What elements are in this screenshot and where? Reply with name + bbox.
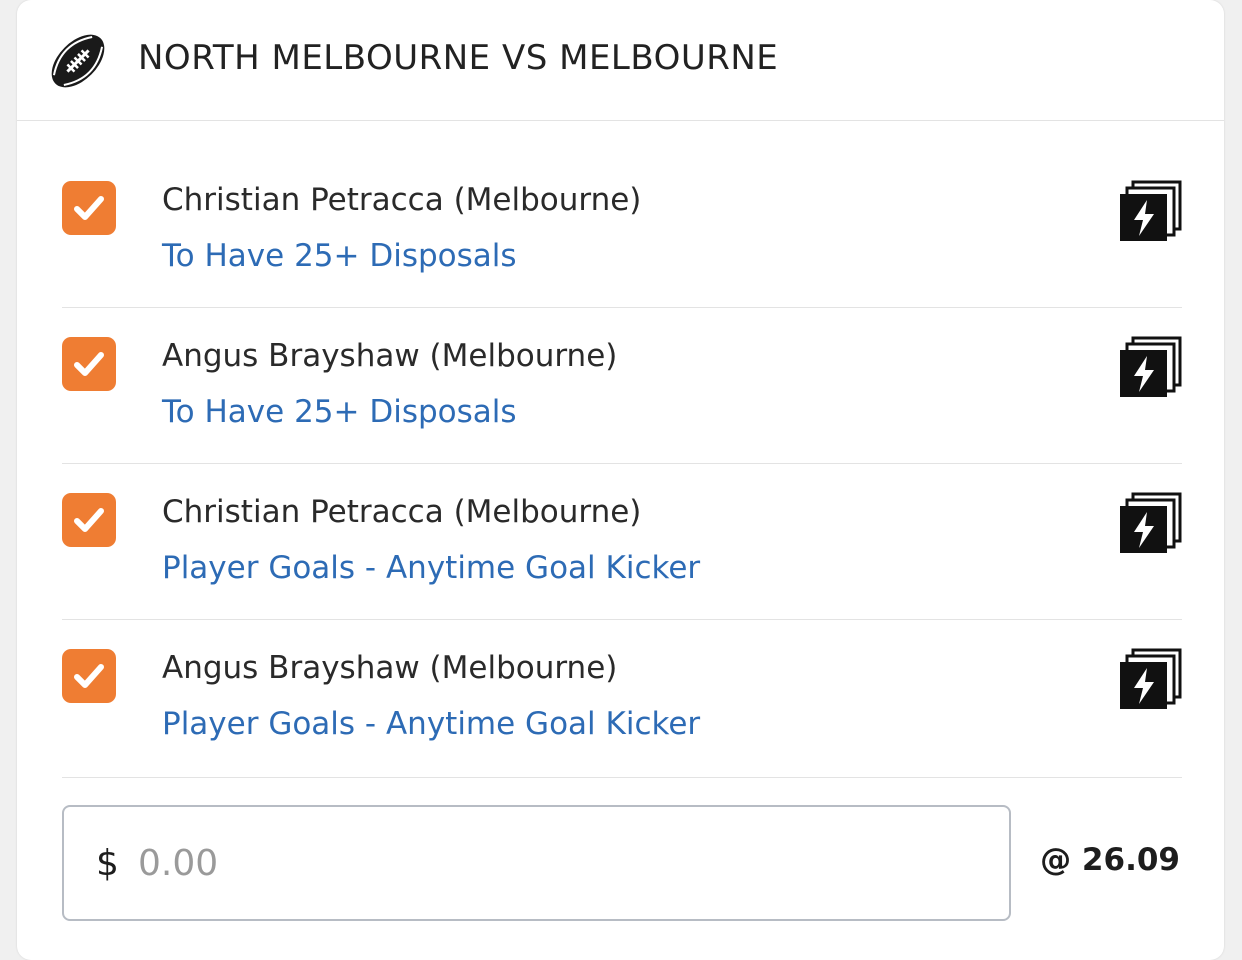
market-link[interactable]: Player Goals - Anytime Goal Kicker — [162, 550, 700, 586]
leg-checkbox[interactable] — [62, 181, 116, 235]
same-game-multi-icon[interactable] — [1120, 180, 1182, 242]
same-game-multi-icon[interactable] — [1120, 492, 1182, 554]
player-name: Christian Petracca (Melbourne) — [162, 182, 642, 218]
bet-card: NORTH MELBOURNE VS MELBOURNE Christian P… — [17, 0, 1224, 960]
leg-checkbox[interactable] — [62, 337, 116, 391]
stake-input[interactable] — [138, 835, 958, 891]
football-icon — [45, 28, 111, 94]
leg-checkbox[interactable] — [62, 649, 116, 703]
stake-field[interactable]: $ — [62, 805, 1011, 921]
same-game-multi-icon[interactable] — [1120, 648, 1182, 710]
total-odds: @ 26.09 — [1040, 842, 1180, 878]
bet-leg: Christian Petracca (Melbourne) To Have 2… — [62, 151, 1182, 308]
same-game-multi-icon[interactable] — [1120, 336, 1182, 398]
bet-leg: Christian Petracca (Melbourne) Player Go… — [62, 463, 1182, 620]
bet-leg: Angus Brayshaw (Melbourne) To Have 25+ D… — [62, 307, 1182, 464]
player-name: Angus Brayshaw (Melbourne) — [162, 338, 618, 374]
currency-symbol: $ — [96, 843, 119, 884]
match-title: NORTH MELBOURNE VS MELBOURNE — [138, 38, 779, 78]
market-link[interactable]: To Have 25+ Disposals — [162, 394, 517, 430]
bet-leg: Angus Brayshaw (Melbourne) Player Goals … — [62, 619, 1182, 778]
market-link[interactable]: Player Goals - Anytime Goal Kicker — [162, 706, 700, 742]
leg-checkbox[interactable] — [62, 493, 116, 547]
player-name: Angus Brayshaw (Melbourne) — [162, 650, 618, 686]
match-header: NORTH MELBOURNE VS MELBOURNE — [17, 0, 1224, 121]
player-name: Christian Petracca (Melbourne) — [162, 494, 642, 530]
market-link[interactable]: To Have 25+ Disposals — [162, 238, 517, 274]
